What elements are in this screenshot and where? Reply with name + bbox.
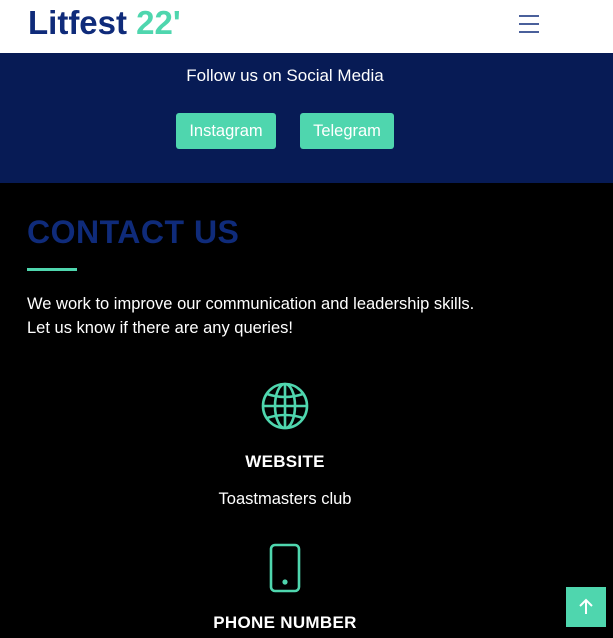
contact-title: CONTACT US — [27, 214, 240, 250]
site-header: Litfest 22' — [0, 0, 613, 53]
globe-icon — [260, 381, 310, 435]
phone-number-label: PHONE NUMBER — [213, 613, 357, 632]
arrow-up-icon — [579, 598, 593, 614]
hamburger-menu-icon — [519, 15, 539, 33]
telegram-button[interactable]: Telegram — [300, 113, 394, 149]
hamburger-menu-button[interactable] — [516, 13, 542, 35]
brand-year: 22' — [136, 4, 181, 41]
instagram-button[interactable]: Instagram — [176, 113, 276, 149]
social-section: Follow us on Social Media Instagram Tele… — [0, 53, 613, 183]
smartphone-icon — [268, 543, 302, 597]
social-heading: Follow us on Social Media — [186, 66, 384, 85]
title-underline — [27, 268, 77, 271]
contact-description-line-1: We work to improve our communication and… — [27, 295, 475, 313]
brand-logo[interactable]: Litfest 22' — [28, 4, 181, 42]
back-to-top-button[interactable] — [566, 587, 606, 627]
website-value[interactable]: Toastmasters club — [0, 490, 570, 509]
contact-description: We work to improve our communication and… — [27, 292, 567, 340]
brand-name: Litfest — [28, 4, 127, 41]
contact-description-line-2: Let us know if there are any queries! — [27, 319, 293, 337]
website-label: WEBSITE — [245, 452, 325, 471]
